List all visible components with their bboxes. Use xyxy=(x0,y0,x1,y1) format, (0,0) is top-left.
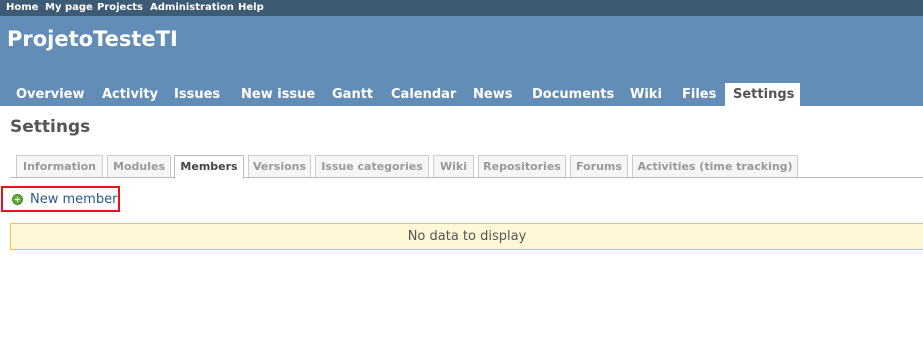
tab-information[interactable]: Information xyxy=(16,155,103,177)
tab-forums[interactable]: Forums xyxy=(570,155,628,177)
top-menu-home[interactable]: Home xyxy=(6,2,38,14)
tab-modules[interactable]: Modules xyxy=(107,155,171,177)
main-tab-news[interactable]: News xyxy=(465,83,520,106)
page-title: Settings xyxy=(10,117,91,137)
top-menu-help[interactable]: Help xyxy=(238,2,264,14)
main-tab-wiki[interactable]: Wiki xyxy=(622,83,670,106)
project-header: ProjetoTesteTI Overview Activity Issues … xyxy=(0,16,923,106)
tabs-baseline xyxy=(10,177,923,178)
main-tab-files[interactable]: Files xyxy=(674,83,724,106)
add-circle-icon[interactable] xyxy=(12,194,23,205)
main-tab-settings[interactable]: Settings xyxy=(725,83,800,106)
tab-issue-categories[interactable]: Issue categories xyxy=(315,155,429,177)
tab-wiki[interactable]: Wiki xyxy=(433,155,474,177)
main-tab-calendar[interactable]: Calendar xyxy=(383,83,464,106)
top-menu-my-page[interactable]: My page xyxy=(45,2,93,14)
top-menu: Home My page Projects Administration Hel… xyxy=(0,0,923,16)
top-menu-administration[interactable]: Administration xyxy=(150,2,234,14)
main-tab-new-issue[interactable]: New issue xyxy=(233,83,323,106)
tab-activities-time-tracking[interactable]: Activities (time tracking) xyxy=(632,155,798,177)
project-title: ProjetoTesteTI xyxy=(7,27,178,51)
top-menu-projects[interactable]: Projects xyxy=(97,2,143,14)
tab-versions[interactable]: Versions xyxy=(248,155,311,177)
tab-members[interactable]: Members xyxy=(174,155,244,179)
main-tab-overview[interactable]: Overview xyxy=(8,83,93,106)
main-tab-issues[interactable]: Issues xyxy=(166,83,228,106)
new-member-link[interactable]: New member xyxy=(30,192,117,208)
main-tab-activity[interactable]: Activity xyxy=(94,83,166,106)
main-tab-gantt[interactable]: Gantt xyxy=(324,83,381,106)
tab-repositories[interactable]: Repositories xyxy=(478,155,566,177)
no-data-message: No data to display xyxy=(407,229,527,244)
main-tab-documents[interactable]: Documents xyxy=(524,83,622,106)
no-data-notice: No data to display xyxy=(10,223,923,250)
